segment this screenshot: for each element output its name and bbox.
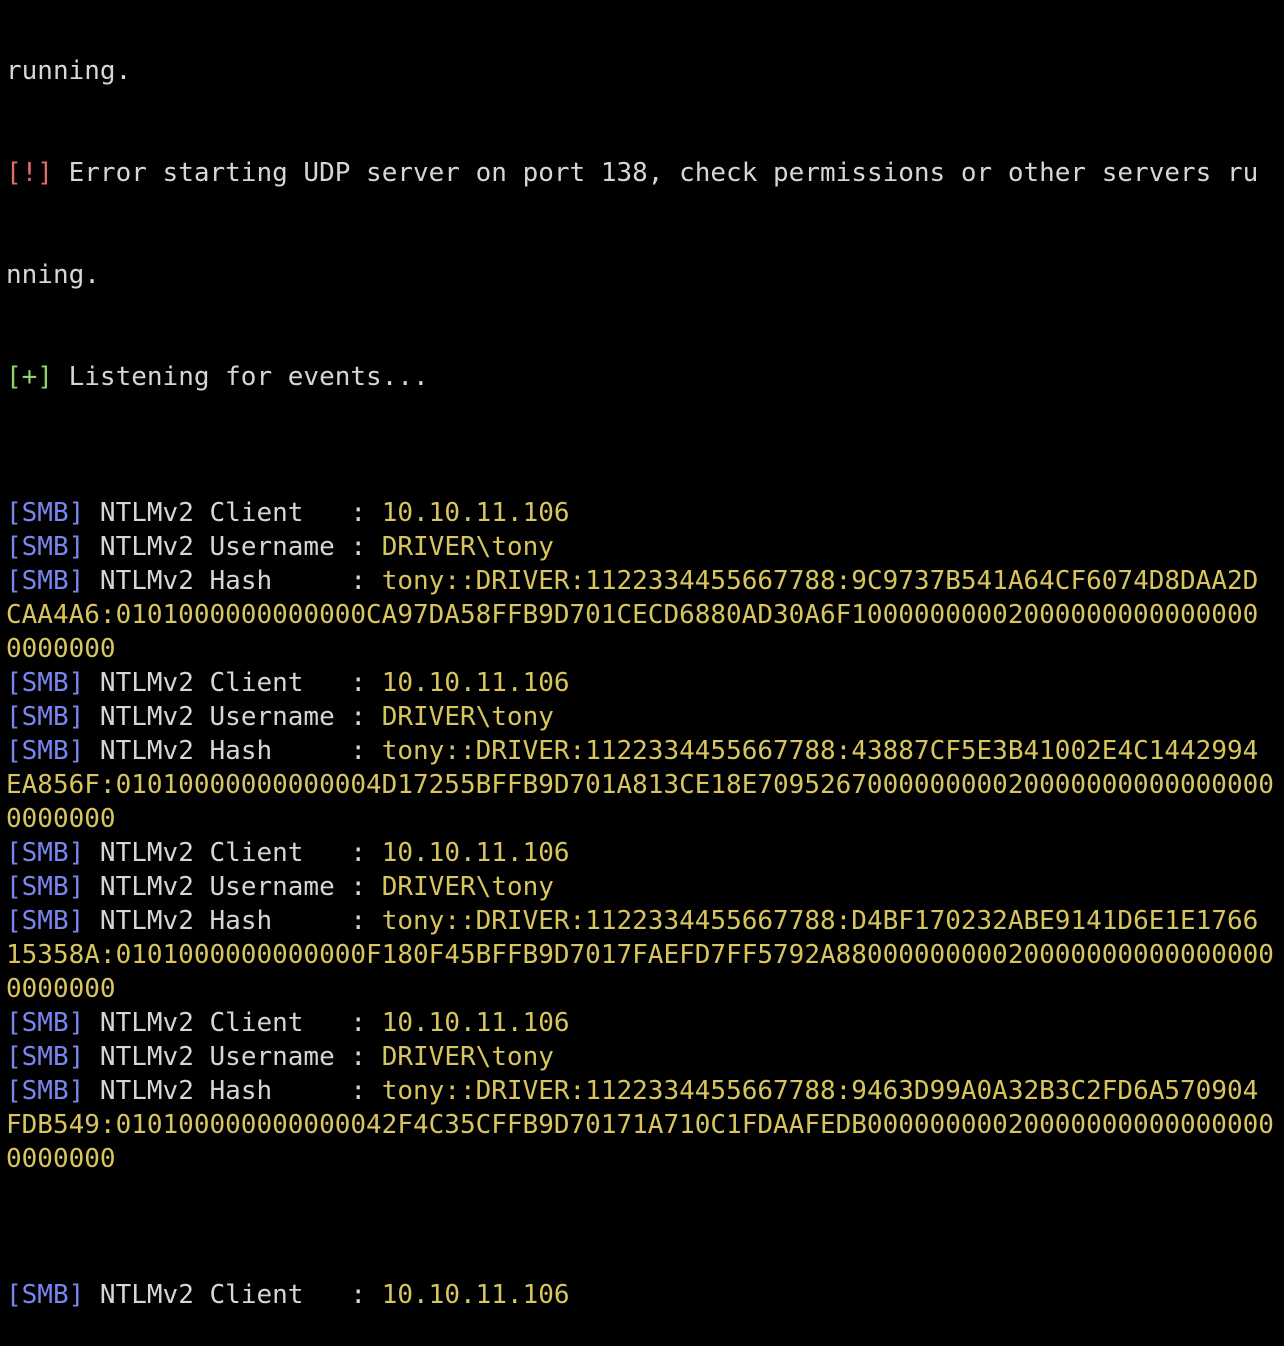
client-label: NTLMv2 Client: [84, 1280, 351, 1310]
output-line: [SMB] NTLMv2 Client : 10.10.11.106: [6, 836, 1284, 870]
client-ip: 10.10.11.106: [381, 498, 570, 528]
running-text: running.: [6, 56, 132, 86]
error-text: Error starting UDP server on port 138, c…: [52, 158, 1259, 188]
username-value: DRIVER\tony: [381, 532, 554, 562]
output-line: 0000000: [6, 632, 1284, 666]
hash-value-part2: FDB549:010100000000000042F4C35CFFB9D7017…: [6, 1110, 1274, 1140]
separator: :: [350, 566, 382, 596]
separator: :: [350, 838, 382, 868]
hash-label: NTLMv2 Hash: [84, 906, 351, 936]
hash-value-part2: EA856F:01010000000000004D17255BFFB9D701A…: [6, 770, 1274, 800]
username-value: DRIVER\tony: [381, 1042, 554, 1072]
hash-value-part1: tony::DRIVER:1122334455667788:9463D99A0A…: [381, 1076, 1259, 1106]
client-ip: 10.10.11.106: [381, 668, 570, 698]
smb-tag: [SMB]: [6, 838, 85, 868]
smb-tag: [SMB]: [6, 872, 85, 902]
separator: :: [350, 1280, 382, 1310]
output-line: 15358A:0101000000000000F180F45BFFB9D7017…: [6, 938, 1284, 972]
smb-tag: [SMB]: [6, 1076, 85, 1106]
smb-tag: [SMB]: [6, 532, 85, 562]
terminal-output[interactable]: running. [!] Error starting UDP server o…: [6, 0, 1284, 1346]
error-text-continued: nning.: [6, 260, 100, 290]
hash-value-part1: tony::DRIVER:1122334455667788:43887CF5E3…: [381, 736, 1259, 766]
separator: :: [350, 668, 382, 698]
separator: :: [350, 1008, 382, 1038]
smb-tag: [SMB]: [6, 702, 85, 732]
smb-tag: [SMB]: [6, 566, 85, 596]
partial-line: [SMB] NTLMv2 Client : 10.10.11.106: [6, 1278, 1284, 1312]
smb-tag: [SMB]: [6, 736, 85, 766]
output-line: running.: [6, 54, 1284, 88]
output-line: [SMB] NTLMv2 Client : 10.10.11.106: [6, 496, 1284, 530]
username-value: DRIVER\tony: [381, 872, 554, 902]
output-line: [SMB] NTLMv2 Username : DRIVER\tony: [6, 870, 1284, 904]
output-line: EA856F:01010000000000004D17255BFFB9D701A…: [6, 768, 1284, 802]
output-line: [SMB] NTLMv2 Hash : tony::DRIVER:1122334…: [6, 564, 1284, 598]
client-label: NTLMv2 Client: [84, 668, 351, 698]
separator: :: [350, 532, 382, 562]
smb-tag: [SMB]: [6, 1008, 85, 1038]
smb-tag: [SMB]: [6, 498, 85, 528]
separator: :: [350, 1076, 382, 1106]
smb-tag: [SMB]: [6, 1042, 85, 1072]
hash-value-part2: 15358A:0101000000000000F180F45BFFB9D7017…: [6, 940, 1274, 970]
output-line: [SMB] NTLMv2 Hash : tony::DRIVER:1122334…: [6, 734, 1284, 768]
output-line: 0000000: [6, 972, 1284, 1006]
output-line: 0000000: [6, 802, 1284, 836]
hash-label: NTLMv2 Hash: [84, 566, 351, 596]
smb-tag: [SMB]: [6, 906, 85, 936]
smb-events: [SMB] NTLMv2 Client : 10.10.11.106 [SMB] …: [6, 496, 1284, 1176]
separator: :: [350, 736, 382, 766]
separator: :: [350, 498, 382, 528]
separator: :: [350, 906, 382, 936]
hash-value-part3: 0000000: [6, 634, 116, 664]
output-line: FDB549:010100000000000042F4C35CFFB9D7017…: [6, 1108, 1284, 1142]
error-line: [!] Error starting UDP server on port 13…: [6, 156, 1284, 190]
username-value: DRIVER\tony: [381, 702, 554, 732]
username-label: NTLMv2 Username: [84, 872, 351, 902]
client-ip: 10.10.11.106: [381, 838, 570, 868]
output-line: [SMB] NTLMv2 Username : DRIVER\tony: [6, 1040, 1284, 1074]
hash-value-part3: 0000000: [6, 974, 116, 1004]
separator: :: [350, 702, 382, 732]
listening-text: Listening for events...: [52, 362, 429, 392]
username-label: NTLMv2 Username: [84, 702, 351, 732]
output-line: [SMB] NTLMv2 Client : 10.10.11.106: [6, 666, 1284, 700]
listening-line: [+] Listening for events...: [6, 360, 1284, 394]
hash-value-part3: 0000000: [6, 804, 116, 834]
smb-tag: [SMB]: [6, 668, 85, 698]
hash-value-part1: tony::DRIVER:1122334455667788:D4BF170232…: [381, 906, 1259, 936]
client-label: NTLMv2 Client: [84, 1008, 351, 1038]
output-line: [SMB] NTLMv2 Username : DRIVER\tony: [6, 700, 1284, 734]
error-tag: [!]: [6, 158, 53, 188]
output-line: [SMB] NTLMv2 Client : 10.10.11.106: [6, 1006, 1284, 1040]
hash-label: NTLMv2 Hash: [84, 736, 351, 766]
hash-label: NTLMv2 Hash: [84, 1076, 351, 1106]
output-line: CAA4A6:0101000000000000CA97DA58FFB9D701C…: [6, 598, 1284, 632]
separator: :: [350, 872, 382, 902]
output-line: 0000000: [6, 1142, 1284, 1176]
hash-value-part1: tony::DRIVER:1122334455667788:9C9737B541…: [381, 566, 1259, 596]
error-line-continued: nning.: [6, 258, 1284, 292]
username-label: NTLMv2 Username: [84, 1042, 351, 1072]
output-line: [SMB] NTLMv2 Username : DRIVER\tony: [6, 530, 1284, 564]
client-label: NTLMv2 Client: [84, 498, 351, 528]
ok-tag: [+]: [6, 362, 53, 392]
output-line: [SMB] NTLMv2 Hash : tony::DRIVER:1122334…: [6, 904, 1284, 938]
client-label: NTLMv2 Client: [84, 838, 351, 868]
hash-value-part2: CAA4A6:0101000000000000CA97DA58FFB9D701C…: [6, 600, 1259, 630]
username-label: NTLMv2 Username: [84, 532, 351, 562]
smb-tag: [SMB]: [6, 1280, 85, 1310]
client-ip: 10.10.11.106: [381, 1008, 570, 1038]
client-ip: 10.10.11.106: [381, 1280, 570, 1310]
hash-value-part3: 0000000: [6, 1144, 116, 1174]
output-line: [SMB] NTLMv2 Hash : tony::DRIVER:1122334…: [6, 1074, 1284, 1108]
separator: :: [350, 1042, 382, 1072]
